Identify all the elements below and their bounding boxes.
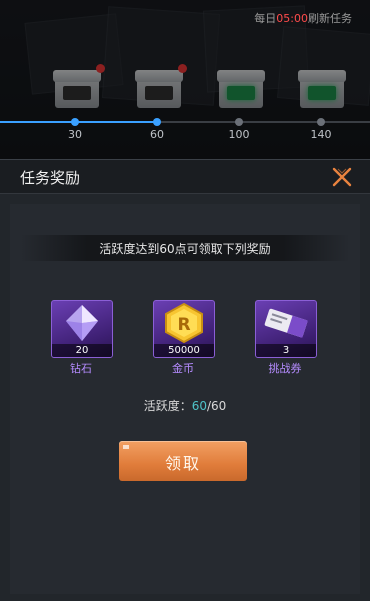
milestone-label: 140 (310, 128, 332, 141)
gold-coin-icon: R (165, 302, 203, 344)
svg-text:R: R (177, 315, 190, 335)
reward-item-diamond[interactable]: 20 钻石 (51, 300, 113, 380)
dialog-header: 任务奖励 (0, 160, 370, 194)
activity-current: 60 (191, 399, 207, 413)
refresh-suffix: 刷新任务 (308, 12, 352, 25)
refresh-prefix: 每日 (254, 12, 277, 25)
reward-tile: 20 (51, 300, 113, 358)
reward-quantity: 50000 (154, 344, 214, 357)
milestone-dot (235, 118, 243, 126)
reward-name: 挑战券 (268, 362, 302, 375)
refresh-notice: 每日05:00刷新任务 (254, 10, 352, 26)
reward-quantity: 3 (256, 344, 316, 357)
activity-total: 60 (211, 399, 227, 413)
activity-progress: 活跃度：60/60 (0, 397, 370, 414)
milestone-label: 100 (228, 128, 250, 141)
challenge-ticket-icon (264, 308, 308, 338)
task-reward-dialog: 任务奖励 活跃度达到60点可领取下列奖励 20 钻石 R 50000 金币 3 … (0, 159, 370, 601)
reward-name: 钻石 (70, 362, 92, 375)
reward-item-ticket[interactable]: 3 挑战券 (255, 300, 317, 380)
diamond-icon (66, 305, 98, 341)
milestone-dot (153, 118, 161, 126)
progress-track (0, 121, 370, 123)
close-button[interactable] (330, 165, 354, 189)
progress-fill (0, 121, 158, 123)
claim-button[interactable]: 领取 (119, 441, 247, 481)
claim-button-label: 领取 (164, 454, 201, 473)
reward-item-gold[interactable]: R 50000 金币 (153, 300, 215, 380)
reward-tile: 3 (255, 300, 317, 358)
milestone-label: 60 (150, 128, 164, 141)
reward-quantity: 20 (52, 344, 112, 357)
refresh-time: 05:00 (276, 12, 308, 25)
activity-label: 活跃度： (143, 399, 192, 413)
button-corner-mark (123, 445, 129, 449)
background-scene: 每日05:00刷新任务 30 60 100 140 (0, 0, 370, 160)
reward-tile: R 50000 (153, 300, 215, 358)
reward-name: 金币 (172, 362, 194, 375)
milestone-dot (317, 118, 325, 126)
reward-condition-text: 活跃度达到60点可领取下列奖励 (99, 242, 271, 256)
dialog-title: 任务奖励 (20, 169, 81, 187)
milestone-dot (71, 118, 79, 126)
milestone-label: 30 (68, 128, 82, 141)
close-icon (332, 167, 352, 187)
